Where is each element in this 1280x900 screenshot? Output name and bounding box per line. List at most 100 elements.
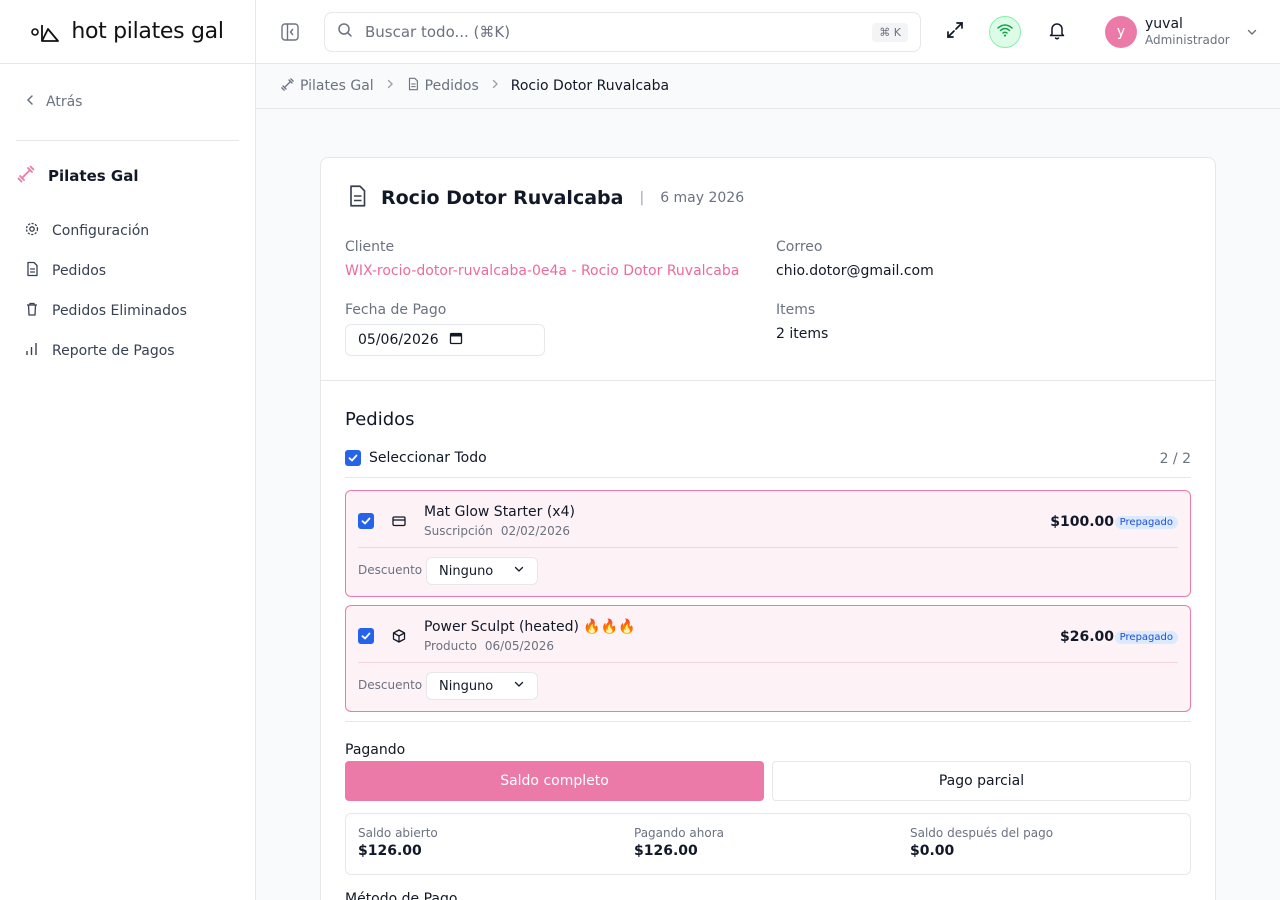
connection-status-button[interactable] [989,16,1021,48]
user-menu[interactable]: y yuval Administrador [1105,16,1258,48]
payment-method-label: Método de Pago [345,891,458,900]
order-item-checkbox[interactable] [358,628,374,644]
search-icon [337,22,353,42]
logo-text: hot pilates gal [71,19,224,44]
payment-date-value: 05/06/2026 [358,332,439,348]
notifications-button[interactable] [1045,20,1069,44]
top-header: Buscar todo... (⌘K) ⌘ K y yuval Administ… [256,0,1280,64]
breadcrumb-orders[interactable]: Pedidos [406,77,479,95]
full-balance-button[interactable]: Saldo completo [345,761,764,801]
chevron-down-icon [513,563,525,579]
order-item-price: $100.00 [1050,514,1114,530]
select-all-checkbox[interactable]: Seleccionar Todo [345,450,487,466]
status-badge: Prepagado [1114,631,1178,644]
balance-after-value: $0.00 [910,843,955,859]
order-header: Rocio Dotor Ruvalcaba | 6 may 2026 Clien… [321,158,1215,381]
sidebar-item-label: Pedidos [52,263,107,279]
paying-now-label: Pagando ahora [634,826,724,840]
chevron-left-icon [24,94,36,110]
sidebar-toggle-button[interactable] [280,22,300,42]
select-all-label: Seleccionar Todo [369,450,487,466]
document-icon [24,261,40,281]
open-balance-value: $126.00 [358,843,422,859]
sidebar: hot pilates gal Atrás Pilates Gal Config… [0,0,256,900]
breadcrumb: Pilates Gal Pedidos Rocio Dotor Ruvalcab… [256,64,1280,109]
sidebar-item-pedidos-eliminados[interactable]: Pedidos Eliminados [0,291,255,331]
paying-now: Pagando ahora $126.00 [634,826,724,859]
sidebar-item-label: Pedidos Eliminados [52,303,187,319]
payment-date-input[interactable]: 05/06/2026 [345,324,545,356]
paying-now-value: $126.00 [634,843,698,859]
org-name: Pilates Gal [48,167,139,185]
logo[interactable]: hot pilates gal [0,0,255,64]
order-item-meta: Producto 06/05/2026 [424,639,554,653]
user-name: yuval [1145,16,1183,32]
sidebar-item-reporte-de-pagos[interactable]: Reporte de Pagos [0,331,255,371]
logo-mark-icon [31,21,63,43]
credit-card-icon [391,513,407,533]
dumbbell-icon [16,164,36,188]
avatar: y [1105,16,1137,48]
partial-payment-button[interactable]: Pago parcial [772,761,1191,801]
order-item: Power Sculpt (heated) 🔥🔥🔥 Producto 06/05… [345,605,1191,712]
open-balance: Saldo abierto $126.00 [358,826,438,859]
paying-label: Pagando [345,742,406,758]
order-item-checkbox[interactable] [358,513,374,529]
order-item-type: Producto [424,639,477,653]
breadcrumb-current: Rocio Dotor Ruvalcaba [511,78,669,94]
discount-value: Ninguno [439,563,494,579]
order-item-date: 06/05/2026 [484,639,555,653]
breadcrumb-label: Pedidos [424,78,479,94]
expand-icon [945,20,965,44]
divider [345,477,1191,478]
email-label: Correo [776,239,823,255]
order-item-name: Mat Glow Starter (x4) [424,504,575,520]
calendar-icon [449,331,463,349]
payment-date-label: Fecha de Pago [345,302,447,318]
order-item-meta: Suscripción 02/02/2026 [424,524,570,538]
panel-left-icon [280,23,300,46]
divider [345,721,1191,722]
wifi-icon [996,21,1014,43]
org-header: Pilates Gal [0,141,255,211]
title-separator: | [639,190,645,206]
client-label: Cliente [345,239,395,255]
selected-count: 2 / 2 [1159,451,1191,467]
search-shortcut: ⌘ K [872,22,908,42]
sidebar-item-pedidos[interactable]: Pedidos [0,251,255,291]
box-icon [391,628,407,648]
document-icon [406,77,420,95]
orders-section-title: Pedidos [345,409,415,430]
items-value: 2 items [776,326,829,342]
sidebar-item-label: Configuración [52,223,150,239]
sidebar-item-configuracion[interactable]: Configuración [0,211,255,251]
search-input[interactable]: Buscar todo... (⌘K) ⌘ K [324,12,921,52]
trash-icon [24,301,40,321]
title-row: Rocio Dotor Ruvalcaba | 6 may 2026 [345,184,744,212]
email-value: chio.dotor@gmail.com [776,263,934,279]
breadcrumb-org[interactable]: Pilates Gal [280,77,374,96]
discount-select[interactable]: Ninguno [426,672,538,700]
status-badge: Prepagado [1114,516,1178,529]
breadcrumb-label: Rocio Dotor Ruvalcaba [510,78,670,94]
back-label: Atrás [46,94,83,110]
bell-icon [1047,20,1067,44]
bar-chart-icon [24,341,40,361]
balance-after: Saldo después del pago $0.00 [910,826,1053,859]
chevron-right-icon [384,78,396,94]
search-placeholder: Buscar todo... (⌘K) [365,23,511,41]
discount-label: Descuento [358,563,423,577]
discount-label: Descuento [358,678,423,692]
chevron-down-icon [1246,23,1258,42]
client-link[interactable]: WIX-rocio-dotor-ruvalcaba-0e4a - Rocio D… [345,263,739,279]
page-title: Rocio Dotor Ruvalcaba [381,187,624,209]
items-label: Items [776,302,816,318]
discount-select[interactable]: Ninguno [426,557,538,585]
sidebar-item-label: Reporte de Pagos [52,343,175,359]
order-card: Rocio Dotor Ruvalcaba | 6 may 2026 Clien… [320,157,1216,900]
fullscreen-button[interactable] [943,20,967,44]
back-link[interactable]: Atrás [0,64,255,140]
divider [358,662,1178,663]
checkbox-checked-icon [345,450,361,466]
balance-after-label: Saldo después del pago [910,826,1054,840]
